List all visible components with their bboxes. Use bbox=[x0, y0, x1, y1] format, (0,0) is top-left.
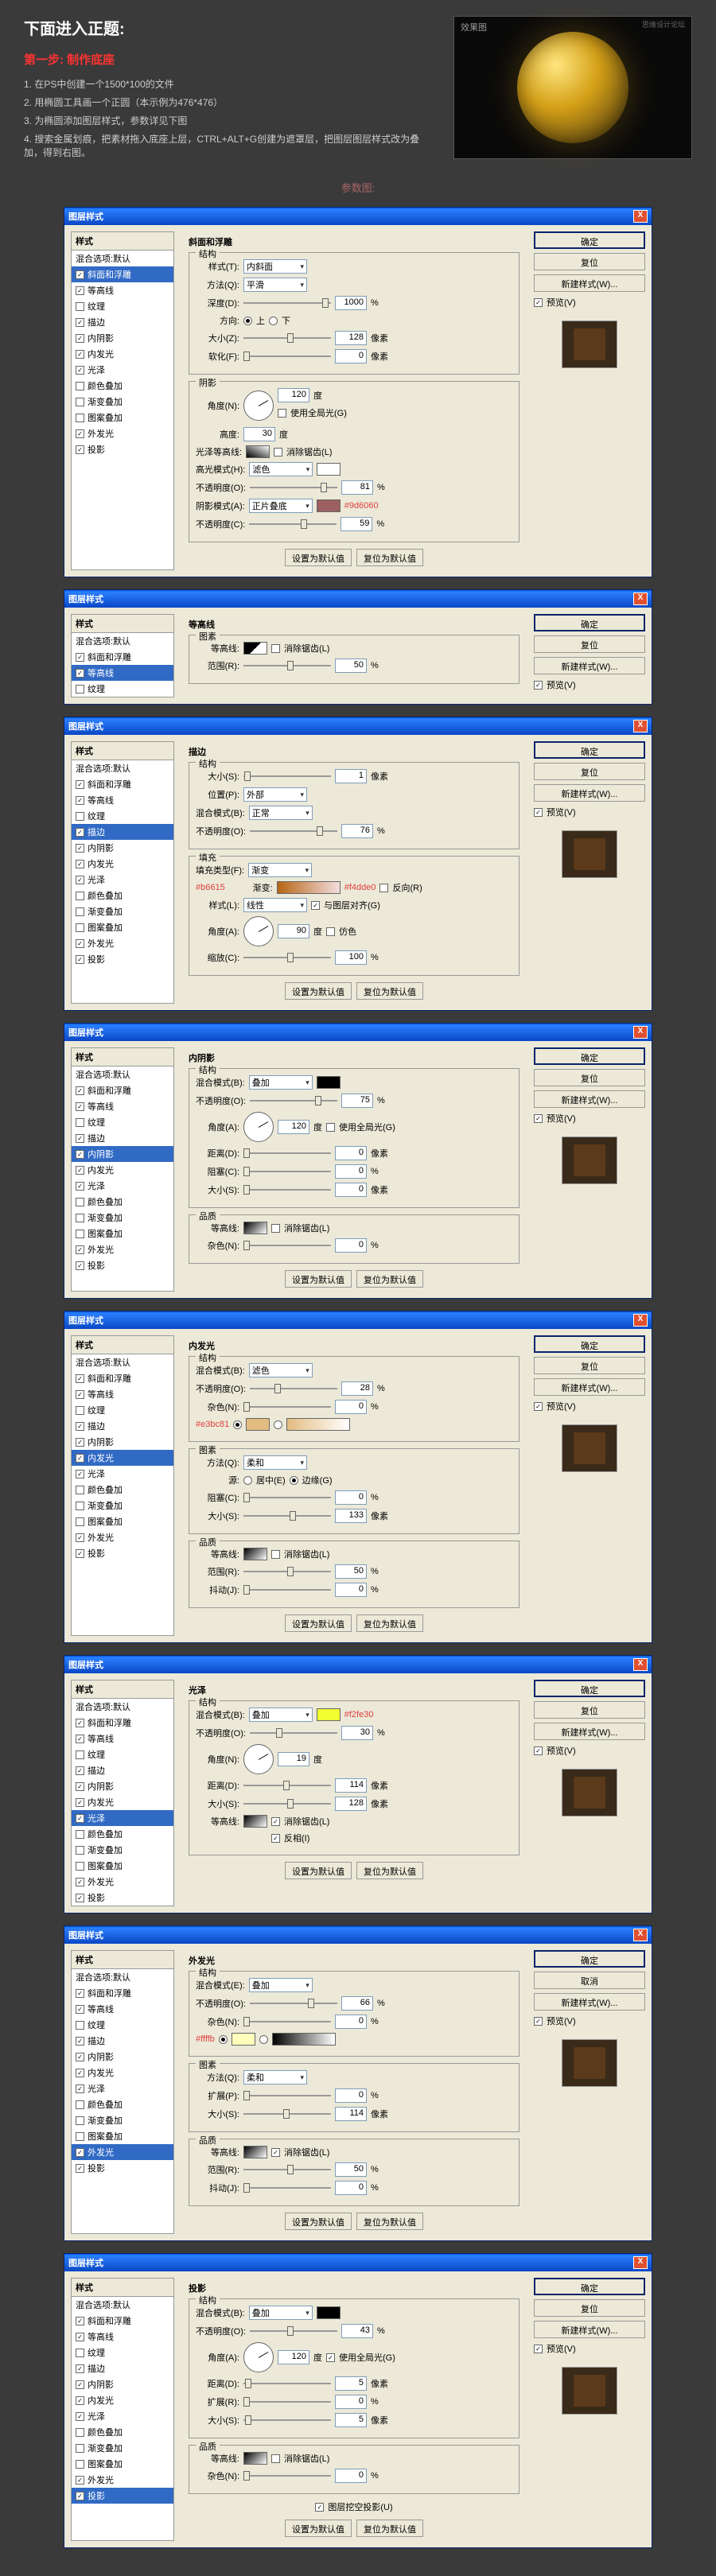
gloss-contour[interactable] bbox=[246, 445, 270, 458]
set-default-button[interactable]: 设置为默认值 bbox=[285, 549, 352, 566]
titlebar[interactable]: 图层样式X bbox=[64, 590, 652, 608]
technique-select[interactable]: 平滑 bbox=[243, 278, 307, 292]
antialias-checkbox[interactable] bbox=[274, 448, 282, 457]
new-style-button[interactable]: 新建样式(W)... bbox=[534, 274, 645, 292]
instruction-2: 2. 用椭圆工具画一个正圆（本示例为476*476） bbox=[24, 95, 430, 109]
range-slider[interactable] bbox=[243, 659, 331, 672]
group-struct: 结构 bbox=[196, 247, 220, 260]
step-title: 第一步: 制作底座 bbox=[24, 51, 430, 68]
panel-title: 斜面和浮雕 bbox=[189, 235, 519, 248]
page-title: 下面进入正题: bbox=[24, 16, 430, 39]
angle-dial[interactable] bbox=[243, 390, 274, 421]
dialog-contour: 图层样式X 样式 混合选项:默认 斜面和浮雕 等高线 纹理 等高线 图素 等高线… bbox=[64, 589, 652, 705]
instruction-4: 4. 搜索金属划痕，把素材拖入底座上层，CTRL+ALT+G创建为遮罩层，把图层… bbox=[24, 132, 430, 159]
checkbox-icon[interactable] bbox=[76, 270, 84, 279]
shadow-mode-select[interactable]: 正片叠底 bbox=[249, 499, 313, 513]
checkbox-icon[interactable] bbox=[76, 286, 84, 295]
style-inner-glow[interactable]: 内发光 bbox=[72, 346, 173, 362]
watermark: 思缘设计论坛 bbox=[642, 19, 685, 29]
depth-input[interactable]: 1000 bbox=[335, 296, 367, 310]
preview-thumb bbox=[562, 321, 617, 368]
style-outer-glow[interactable]: 外发光 bbox=[72, 425, 173, 441]
dialog-inner-glow: 图层样式X 样式 混合选项:默认 斜面和浮雕 等高线 纹理 描边 内阴影 内发光… bbox=[64, 1311, 652, 1643]
dialog-drop-shadow: 图层样式X 样式 混合选项:默认 斜面和浮雕 等高线 纹理 描边 内阴影 内发光… bbox=[64, 2253, 652, 2548]
sh-opacity-slider[interactable] bbox=[249, 518, 337, 530]
close-icon[interactable]: X bbox=[633, 1929, 648, 1941]
highlight-color[interactable] bbox=[317, 463, 340, 476]
dialog-satin: 图层样式X 样式 混合选项:默认 斜面和浮雕 等高线 纹理 描边 内阴影 内发光… bbox=[64, 1655, 652, 1914]
group-shade: 阴影 bbox=[196, 376, 220, 389]
dialog-inner-shadow: 图层样式X 样式 混合选项:默认 斜面和浮雕 等高线 纹理 描边 内阴影 内发光… bbox=[64, 1023, 652, 1299]
dialog-stroke: 图层样式X 样式 混合选项:默认 斜面和浮雕 等高线 纹理 描边 内阴影 内发光… bbox=[64, 717, 652, 1011]
antialias-checkbox[interactable] bbox=[271, 644, 280, 653]
style-grad-overlay[interactable]: 渐变叠加 bbox=[72, 394, 173, 410]
checkbox-icon[interactable] bbox=[76, 302, 84, 311]
checkbox-icon[interactable] bbox=[76, 350, 84, 359]
style-list: 样式 混合选项:默认 斜面和浮雕 等高线 纹理 bbox=[71, 614, 174, 697]
global-light-checkbox[interactable] bbox=[278, 409, 286, 418]
style-contour[interactable]: 等高线 bbox=[72, 282, 173, 298]
titlebar[interactable]: 图层样式 X bbox=[64, 208, 652, 225]
style-satin[interactable]: 光泽 bbox=[72, 362, 173, 378]
close-icon[interactable]: X bbox=[633, 210, 648, 223]
size-slider[interactable] bbox=[243, 332, 331, 344]
radio-down[interactable] bbox=[269, 317, 278, 325]
section-label: 参数图: bbox=[24, 180, 692, 195]
checkbox-icon[interactable] bbox=[76, 334, 84, 343]
close-icon[interactable]: X bbox=[633, 720, 648, 732]
style-header: 样式 bbox=[72, 232, 173, 251]
color-note: #9d6060 bbox=[344, 501, 379, 511]
highlight-mode-select[interactable]: 滤色 bbox=[249, 462, 313, 476]
style-stroke[interactable]: 描边 bbox=[72, 314, 173, 330]
style-drop-shadow[interactable]: 投影 bbox=[72, 441, 173, 457]
hl-opacity-slider[interactable] bbox=[250, 481, 337, 494]
titlebar[interactable]: 图层样式X bbox=[64, 717, 652, 735]
style-select[interactable]: 内斜面 bbox=[243, 259, 307, 274]
checkbox-icon[interactable] bbox=[76, 398, 84, 406]
depth-slider[interactable] bbox=[243, 297, 331, 309]
style-texture[interactable]: 纹理 bbox=[72, 298, 173, 314]
instruction-1: 1. 在PS中创建一个1500*100的文件 bbox=[24, 77, 430, 91]
ok-button[interactable]: 确定 bbox=[534, 231, 645, 249]
checkbox-icon[interactable] bbox=[76, 318, 84, 327]
dialog-bevel: 图层样式 X 样式 混合选项:默认 斜面和浮雕 等高线 纹理 描边 内阴影 内发… bbox=[64, 207, 652, 577]
checkbox-icon[interactable] bbox=[76, 414, 84, 422]
checkbox-icon[interactable] bbox=[76, 429, 84, 438]
checkbox-icon[interactable] bbox=[76, 445, 84, 454]
checkbox-icon[interactable] bbox=[76, 382, 84, 390]
soften-slider[interactable] bbox=[243, 350, 331, 363]
dialog-title: 图层样式 bbox=[68, 210, 103, 223]
instruction-3: 3. 为椭圆添加图层样式，参数详见下图 bbox=[24, 114, 430, 127]
radio-up[interactable] bbox=[243, 317, 252, 325]
close-icon[interactable]: X bbox=[633, 2256, 648, 2269]
close-icon[interactable]: X bbox=[633, 1658, 648, 1671]
altitude-input[interactable]: 30 bbox=[243, 427, 275, 441]
style-pattern-overlay[interactable]: 图案叠加 bbox=[72, 410, 173, 425]
preview-checkbox[interactable] bbox=[534, 298, 543, 307]
make-default-button[interactable]: 复位为默认值 bbox=[356, 549, 423, 566]
soften-input[interactable]: 0 bbox=[335, 349, 367, 363]
blend-options[interactable]: 混合选项:默认 bbox=[72, 251, 173, 266]
hl-opacity-input[interactable]: 81 bbox=[341, 480, 373, 495]
style-color-overlay[interactable]: 颜色叠加 bbox=[72, 378, 173, 394]
dialog-outer-glow: 图层样式X 样式 混合选项:默认 斜面和浮雕 等高线 纹理 描边 内阴影 内发光… bbox=[64, 1925, 652, 2241]
angle-input[interactable]: 120 bbox=[278, 388, 309, 402]
contour-picker[interactable] bbox=[243, 642, 267, 655]
style-list: 样式 混合选项:默认 斜面和浮雕 等高线 纹理 描边 内阴影 内发光 光泽 颜色… bbox=[71, 231, 174, 570]
preview-label: 效果图 bbox=[461, 21, 487, 33]
gradient-picker[interactable] bbox=[277, 881, 340, 894]
checkbox-icon[interactable] bbox=[76, 366, 84, 375]
shadow-color[interactable] bbox=[317, 499, 340, 512]
gold-plate bbox=[517, 32, 628, 143]
sh-opacity-input[interactable]: 59 bbox=[340, 517, 372, 531]
style-bevel[interactable]: 斜面和浮雕 bbox=[72, 266, 173, 282]
close-icon[interactable]: X bbox=[633, 1314, 648, 1327]
style-inner-shadow[interactable]: 内阴影 bbox=[72, 330, 173, 346]
style-list: 样式 混合选项:默认 斜面和浮雕 等高线 纹理 描边 内阴影 内发光 光泽 颜色… bbox=[71, 741, 174, 1004]
preview-image: 效果图 思缘设计论坛 bbox=[453, 16, 692, 159]
close-icon[interactable]: X bbox=[633, 1026, 648, 1039]
close-icon[interactable]: X bbox=[633, 593, 648, 605]
cancel-button[interactable]: 复位 bbox=[534, 253, 645, 270]
size-input[interactable]: 128 bbox=[335, 331, 367, 345]
